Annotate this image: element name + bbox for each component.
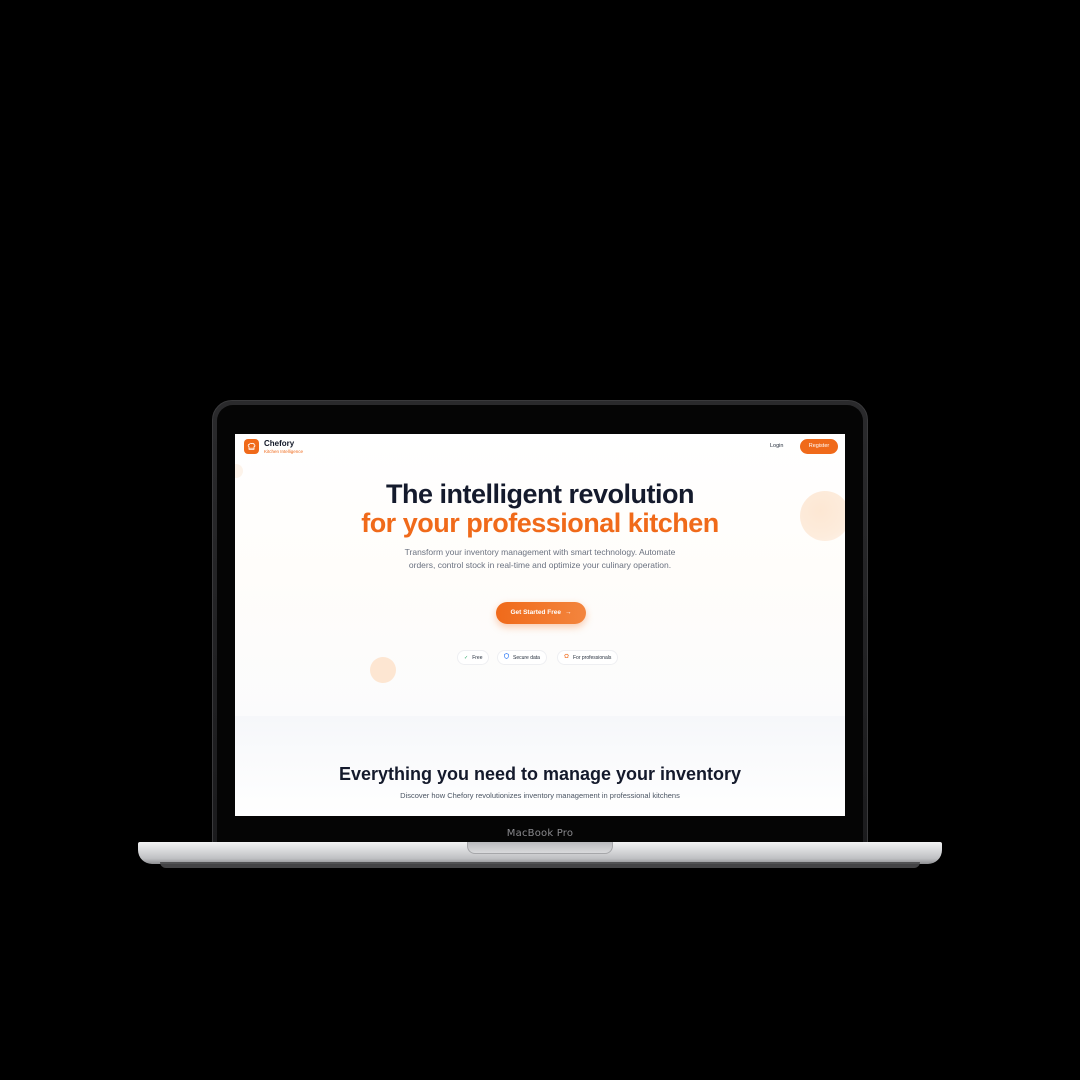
login-link[interactable]: Login [770, 443, 783, 449]
device-mockup: MacBook Pro Chefory Kitchen Intelligence… [0, 0, 1080, 1080]
laptop-base-shadow [160, 862, 920, 868]
features-section: Everything you need to manage your inven… [235, 716, 845, 816]
badge-for-professionals: For professionals [557, 650, 619, 666]
decorative-blob [235, 464, 243, 478]
top-navbar: Chefory Kitchen Intelligence Login Regis… [235, 434, 845, 462]
badge-label: Free [472, 655, 483, 661]
cta-label: Get Started Free [510, 609, 562, 616]
shield-icon [504, 651, 509, 666]
hero-title-line2: for your professional kitchen [361, 508, 719, 538]
chef-hat-icon [564, 651, 569, 666]
laptop-opening-notch [467, 842, 613, 854]
badge-label: Secure data [513, 655, 540, 661]
features-title: Everything you need to manage your inven… [338, 764, 742, 784]
hero-title-line1: The intelligent revolution [385, 479, 695, 509]
get-started-button[interactable]: Get Started Free → [496, 602, 586, 624]
hero-section: Chefory Kitchen Intelligence Login Regis… [235, 434, 845, 716]
register-button[interactable]: Register [800, 439, 838, 454]
badge-label: For professionals [573, 655, 612, 661]
check-icon: ✓ [464, 655, 469, 661]
brand-name[interactable]: Chefory [264, 439, 294, 448]
badge-free: ✓ Free [457, 650, 490, 665]
badge-secure-data: Secure data [497, 650, 547, 665]
features-description: Discover how Chefory revolutionizes inve… [400, 791, 680, 800]
brand-tagline: Kitchen Intelligence [264, 449, 304, 454]
decorative-blob [370, 657, 396, 683]
model-label: MacBook Pro [506, 828, 574, 839]
arrow-right-icon: → [565, 609, 572, 616]
hero-description: Transform your inventory management with… [404, 547, 676, 570]
logo[interactable] [244, 439, 259, 454]
browser-viewport: Chefory Kitchen Intelligence Login Regis… [235, 434, 845, 816]
chef-hat-icon [247, 438, 256, 456]
